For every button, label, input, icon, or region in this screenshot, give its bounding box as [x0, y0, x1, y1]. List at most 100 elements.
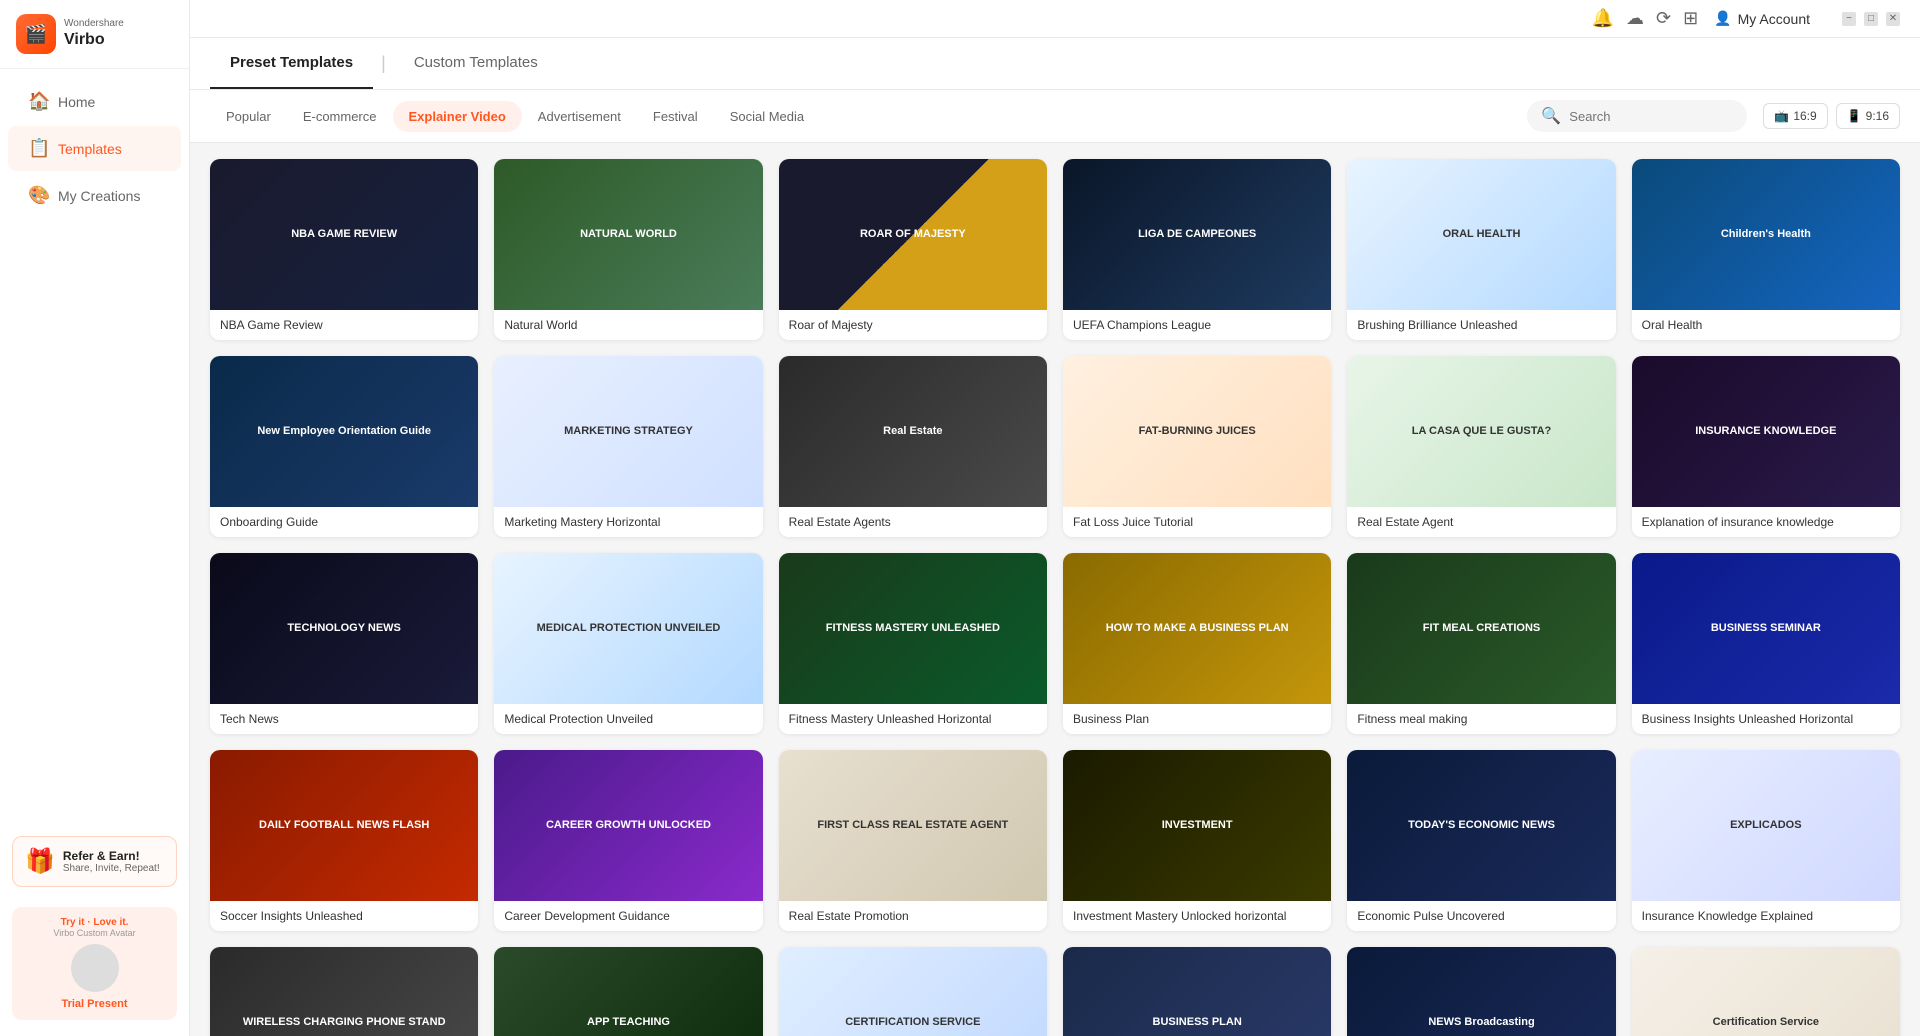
maximize-button[interactable]: □ [1864, 12, 1878, 26]
cat-ecommerce[interactable]: E-commerce [287, 101, 393, 132]
myaccount-button[interactable]: 👤 My Account [1714, 10, 1810, 27]
template-thumb-economic: TODAY'S ECONOMIC NEWS [1347, 750, 1615, 901]
template-card-medical[interactable]: MEDICAL PROTECTION UNVEILEDMedical Prote… [494, 553, 762, 734]
template-label-marketing: Marketing Mastery Horizontal [494, 507, 762, 537]
notification-icon[interactable]: 🔔 [1592, 8, 1614, 29]
template-label-roar: Roar of Majesty [779, 310, 1047, 340]
grid-icon[interactable]: ⊞ [1683, 8, 1698, 29]
template-card-nba[interactable]: NBA GAME REVIEWNBA Game Review [210, 159, 478, 340]
template-card-brush[interactable]: ORAL HEALTHBrushing Brilliance Unleashed [1347, 159, 1615, 340]
template-thumb-nba: NBA GAME REVIEW [210, 159, 478, 310]
topbar-icons: 🔔 ☁ ⟳ ⊞ [1592, 8, 1699, 29]
template-card-realestate[interactable]: Real EstateReal Estate Agents [779, 356, 1047, 537]
template-card-news[interactable]: NEWS BroadcastingNews Broadcasting [1347, 947, 1615, 1036]
template-label-uefa: UEFA Champions League [1063, 310, 1331, 340]
cat-explainer[interactable]: Explainer Video [393, 101, 522, 132]
template-card-onboard[interactable]: New Employee Orientation GuideOnboarding… [210, 356, 478, 537]
template-label-bizseminar: Business Insights Unleashed Horizontal [1632, 704, 1900, 734]
template-label-realpromo: Real Estate Promotion [779, 901, 1047, 931]
template-label-fitness: Fitness Mastery Unleashed Horizontal [779, 704, 1047, 734]
cat-festival[interactable]: Festival [637, 101, 714, 132]
template-card-fatloss[interactable]: FAT-BURNING JUICESFat Loss Juice Tutoria… [1063, 356, 1331, 537]
template-thumb-insurance: INSURANCE KNOWLEDGE [1632, 356, 1900, 507]
template-card-oral[interactable]: Children's HealthOral Health [1632, 159, 1900, 340]
template-card-natural[interactable]: NATURAL WORLDNatural World [494, 159, 762, 340]
template-card-insurance[interactable]: INSURANCE KNOWLEDGEExplanation of insura… [1632, 356, 1900, 537]
sidebar-label-templates: Templates [58, 141, 122, 157]
template-thumb-cert2: Certification Service [1632, 947, 1900, 1036]
sidebar-item-creations[interactable]: 🎨 My Creations [8, 173, 181, 218]
cat-popular[interactable]: Popular [210, 101, 287, 132]
template-thumb-insknow: EXPLICADOS [1632, 750, 1900, 901]
template-thumb-natural: NATURAL WORLD [494, 159, 762, 310]
template-thumb-news: NEWS Broadcasting [1347, 947, 1615, 1036]
template-label-invest: Investment Mastery Unlocked horizontal [1063, 901, 1331, 931]
trial-button[interactable]: Trial Present [22, 998, 167, 1010]
tab-preset[interactable]: Preset Templates [210, 38, 373, 89]
search-input[interactable] [1569, 109, 1733, 124]
template-label-oral: Oral Health [1632, 310, 1900, 340]
template-thumb-wireless: WIRELESS CHARGING PHONE STAND [210, 947, 478, 1036]
minimize-button[interactable]: − [1842, 12, 1856, 26]
template-thumb-marketing: MARKETING STRATEGY [494, 356, 762, 507]
template-card-bizplan[interactable]: HOW TO MAKE A BUSINESS PLANBusiness Plan [1063, 553, 1331, 734]
gift-icon: 🎁 [25, 847, 55, 876]
sidebar-nav: 🏠 Home 📋 Templates 🎨 My Creations [0, 69, 189, 824]
topbar: 🔔 ☁ ⟳ ⊞ 👤 My Account − □ ✕ [190, 0, 1920, 38]
template-card-uefa[interactable]: LIGA DE CAMPEONESUEFA Champions League [1063, 159, 1331, 340]
template-label-nba: NBA Game Review [210, 310, 478, 340]
refresh-icon[interactable]: ⟳ [1656, 8, 1671, 29]
refer-title: Refer & Earn! [63, 849, 160, 863]
template-card-bizseminar[interactable]: BUSINESS SEMINARBusiness Insights Unleas… [1632, 553, 1900, 734]
template-card-fitmeal[interactable]: FIT MEAL CREATIONSFitness meal making [1347, 553, 1615, 734]
template-thumb-oral: Children's Health [1632, 159, 1900, 310]
tab-custom[interactable]: Custom Templates [394, 38, 558, 89]
sidebar-item-templates[interactable]: 📋 Templates [8, 126, 181, 171]
template-card-insknow[interactable]: EXPLICADOSInsurance Knowledge Explained [1632, 750, 1900, 931]
refer-subtitle: Share, Invite, Repeat! [63, 863, 160, 874]
brand-bottom: Virbo [64, 30, 124, 49]
template-card-realpromo[interactable]: FIRST CLASS REAL ESTATE AGENTReal Estate… [779, 750, 1047, 931]
template-card-cert2[interactable]: Certification ServiceCertification Servi… [1632, 947, 1900, 1036]
template-card-bizplan2[interactable]: BUSINESS PLANBusiness Plan [1063, 947, 1331, 1036]
templates-scroll: NBA GAME REVIEWNBA Game ReviewNATURAL WO… [190, 143, 1920, 1036]
template-card-fitness[interactable]: FITNESS MASTERY UNLEASHEDFitness Mastery… [779, 553, 1047, 734]
template-card-tech[interactable]: TECHNOLOGY NEWSTech News [210, 553, 478, 734]
template-thumb-medical: MEDICAL PROTECTION UNVEILED [494, 553, 762, 704]
template-label-natural: Natural World [494, 310, 762, 340]
cloud-icon[interactable]: ☁ [1626, 8, 1644, 29]
cat-social[interactable]: Social Media [714, 101, 820, 132]
ratio-16-9[interactable]: 📺 16:9 [1763, 103, 1827, 129]
template-card-marketing[interactable]: MARKETING STRATEGYMarketing Mastery Hori… [494, 356, 762, 537]
template-card-career[interactable]: CAREER GROWTH UNLOCKEDCareer Development… [494, 750, 762, 931]
template-thumb-fitmeal: FIT MEAL CREATIONS [1347, 553, 1615, 704]
template-thumb-bizplan: HOW TO MAKE A BUSINESS PLAN [1063, 553, 1331, 704]
main-content: 🔔 ☁ ⟳ ⊞ 👤 My Account − □ ✕ Preset Templa… [190, 0, 1920, 1036]
template-label-fitmeal: Fitness meal making [1347, 704, 1615, 734]
category-bar: Popular E-commerce Explainer Video Adver… [190, 90, 1920, 143]
close-button[interactable]: ✕ [1886, 12, 1900, 26]
template-card-appteach[interactable]: APP TEACHINGApp Teaching [494, 947, 762, 1036]
template-card-economic[interactable]: TODAY'S ECONOMIC NEWSEconomic Pulse Unco… [1347, 750, 1615, 931]
template-card-roar[interactable]: ROAR OF MAJESTYRoar of Majesty [779, 159, 1047, 340]
templates-icon: 📋 [28, 138, 48, 159]
sidebar-item-home[interactable]: 🏠 Home [8, 79, 181, 124]
cat-advertisement[interactable]: Advertisement [522, 101, 637, 132]
virbo-promo-banner[interactable]: Try it · Love it. Virbo Custom Avatar Tr… [12, 907, 177, 1020]
template-card-cert[interactable]: CERTIFICATION SERVICECertification Servi… [779, 947, 1047, 1036]
template-card-soccer[interactable]: DAILY FOOTBALL NEWS FLASHSoccer Insights… [210, 750, 478, 931]
refer-earn-banner[interactable]: 🎁 Refer & Earn! Share, Invite, Repeat! [12, 836, 177, 887]
template-card-realagent[interactable]: LA CASA QUE LE GUSTA?Real Estate Agent [1347, 356, 1615, 537]
template-card-wireless[interactable]: WIRELESS CHARGING PHONE STANDWireless Ch… [210, 947, 478, 1036]
brand-top: Wondershare [64, 18, 124, 30]
template-label-bizplan: Business Plan [1063, 704, 1331, 734]
promo-label: Try it · Love it. [22, 917, 167, 928]
sidebar-label-creations: My Creations [58, 188, 140, 204]
template-label-insurance: Explanation of insurance knowledge [1632, 507, 1900, 537]
template-thumb-realagent: LA CASA QUE LE GUSTA? [1347, 356, 1615, 507]
sidebar: 🎬 Wondershare Virbo 🏠 Home 📋 Templates 🎨… [0, 0, 190, 1036]
template-thumb-bizplan2: BUSINESS PLAN [1063, 947, 1331, 1036]
templates-grid: NBA GAME REVIEWNBA Game ReviewNATURAL WO… [210, 159, 1900, 1036]
ratio-9-16[interactable]: 📱 9:16 [1836, 103, 1900, 129]
template-card-invest[interactable]: INVESTMENTInvestment Mastery Unlocked ho… [1063, 750, 1331, 931]
